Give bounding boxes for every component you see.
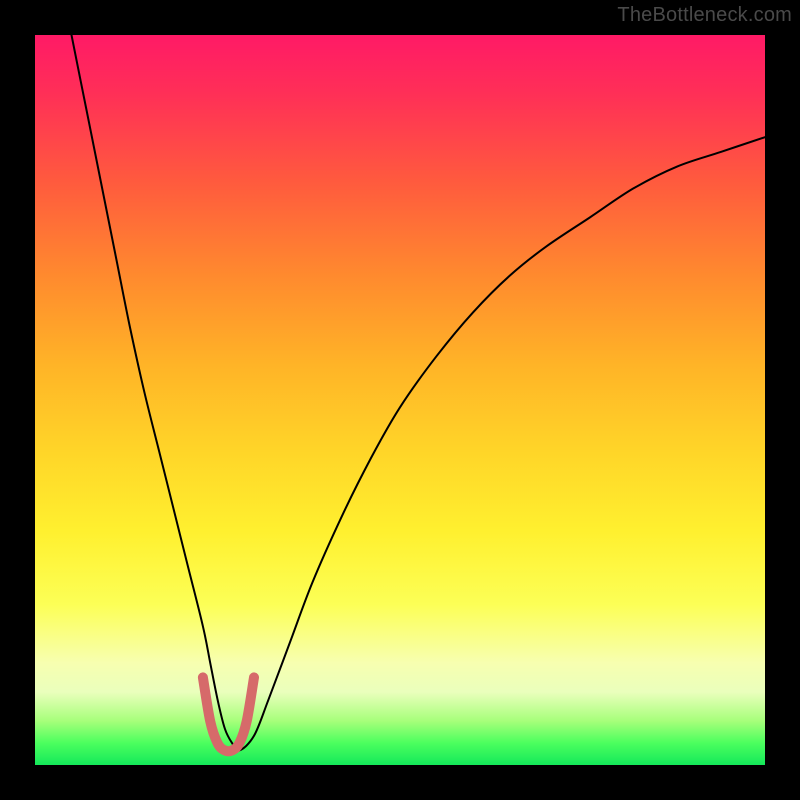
optimal-marker [203,677,254,751]
watermark-text: TheBottleneck.com [617,4,792,27]
bottleneck-curve [72,35,766,751]
curve-layer [35,35,765,765]
plot-area [35,35,765,765]
chart-stage: TheBottleneck.com [0,0,800,800]
